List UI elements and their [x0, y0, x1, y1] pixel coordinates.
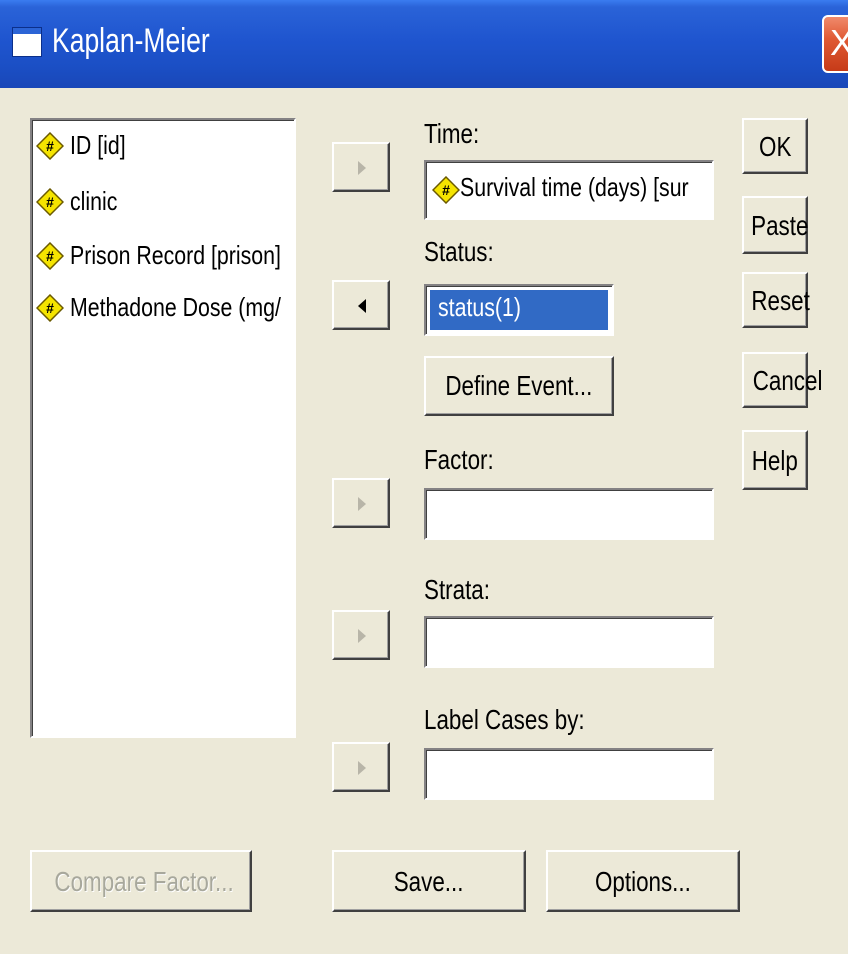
paste-label: Paste: [751, 210, 809, 241]
window-title: Kaplan-Meier: [52, 22, 210, 60]
options-label: Options...: [595, 866, 691, 897]
svg-text:#: #: [442, 182, 450, 198]
status-field-value: status(1): [438, 292, 521, 322]
svg-text:#: #: [46, 248, 54, 264]
time-field-value: Survival time (days) [sur: [460, 172, 689, 202]
cancel-button[interactable]: Cancel: [742, 352, 822, 408]
svg-text:#: #: [46, 300, 54, 316]
define-event-button[interactable]: Define Event...: [424, 356, 614, 416]
numeric-variable-icon: #: [36, 132, 64, 160]
reset-button[interactable]: Reset: [742, 272, 810, 328]
move-status-button[interactable]: [332, 280, 390, 330]
svg-text:#: #: [46, 138, 54, 154]
options-button[interactable]: Options...: [546, 850, 740, 912]
variable-label: ID [id]: [70, 130, 126, 160]
kaplan-meier-dialog: Kaplan-Meier X # ID [id] # clinic # Pris…: [0, 0, 848, 954]
move-time-button[interactable]: [332, 142, 390, 192]
arrow-left-icon: [358, 299, 366, 313]
save-button[interactable]: Save...: [332, 850, 526, 912]
status-selection: status(1): [430, 290, 608, 330]
move-factor-button[interactable]: [332, 478, 390, 528]
time-label: Time:: [424, 118, 480, 149]
ok-button[interactable]: OK: [742, 118, 808, 174]
variable-label: Methadone Dose (mg/: [70, 292, 281, 322]
save-label: Save...: [394, 866, 464, 897]
factor-field[interactable]: [424, 488, 714, 540]
status-label: Status:: [424, 236, 494, 267]
variable-label: clinic: [70, 186, 118, 216]
numeric-variable-icon: #: [36, 294, 64, 322]
label-cases-field[interactable]: [424, 748, 714, 800]
arrow-right-icon: [358, 161, 366, 175]
arrow-right-icon: [358, 629, 366, 643]
label-cases-label: Label Cases by:: [424, 704, 585, 735]
arrow-right-icon: [358, 497, 366, 511]
variable-label: Prison Record [prison]: [70, 240, 281, 270]
reset-label: Reset: [751, 285, 810, 316]
compare-factor-button[interactable]: Compare Factor...: [30, 850, 252, 912]
paste-button[interactable]: Paste: [742, 196, 808, 254]
numeric-variable-icon: #: [36, 242, 64, 270]
time-field[interactable]: # Survival time (days) [sur: [424, 160, 714, 220]
numeric-variable-icon: #: [36, 188, 64, 216]
svg-text:#: #: [46, 194, 54, 210]
factor-label: Factor:: [424, 444, 494, 475]
numeric-variable-icon: #: [432, 176, 460, 204]
source-variable-list[interactable]: # ID [id] # clinic # Prison Record [pris…: [30, 118, 296, 738]
close-button[interactable]: X: [822, 15, 848, 73]
move-strata-button[interactable]: [332, 610, 390, 660]
arrow-right-icon: [358, 761, 366, 775]
status-field[interactable]: status(1): [424, 284, 614, 336]
window-icon: [12, 27, 42, 57]
strata-field[interactable]: [424, 616, 714, 668]
strata-label: Strata:: [424, 574, 490, 605]
cancel-label: Cancel: [752, 365, 823, 396]
help-label: Help: [751, 445, 799, 476]
move-label-cases-button[interactable]: [332, 742, 390, 792]
ok-label: OK: [758, 131, 792, 162]
title-bar[interactable]: Kaplan-Meier X: [0, 0, 848, 88]
help-button[interactable]: Help: [742, 430, 808, 490]
define-event-label: Define Event...: [445, 370, 593, 401]
compare-factor-label: Compare Factor...: [54, 866, 234, 897]
